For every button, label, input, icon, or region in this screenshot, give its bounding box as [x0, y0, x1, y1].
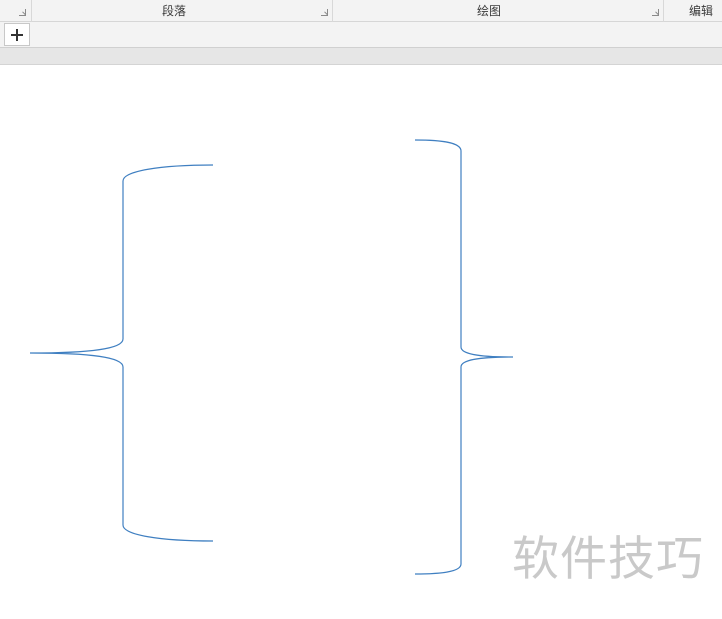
- group-label-paragraph: 段落: [162, 4, 187, 18]
- group-separator: [663, 0, 664, 22]
- plus-icon: [11, 29, 23, 41]
- group-label-editing: 编辑: [689, 4, 714, 18]
- left-brace-shape[interactable]: [29, 164, 214, 542]
- watermark-text: 软件技巧: [512, 532, 704, 587]
- ribbon-group-bar: 段落 绘图 编辑: [0, 0, 722, 22]
- dialog-launcher-icon[interactable]: [19, 9, 26, 16]
- ruler-strip: [0, 48, 722, 65]
- group-label-drawing: 绘图: [477, 4, 502, 18]
- group-separator: [332, 0, 333, 22]
- right-brace-shape[interactable]: [414, 139, 514, 575]
- add-button[interactable]: [4, 23, 30, 46]
- quick-bar: [0, 22, 722, 48]
- drawing-dialog-launcher-icon[interactable]: [652, 9, 659, 16]
- paragraph-dialog-launcher-icon[interactable]: [321, 9, 328, 16]
- group-separator: [31, 0, 32, 22]
